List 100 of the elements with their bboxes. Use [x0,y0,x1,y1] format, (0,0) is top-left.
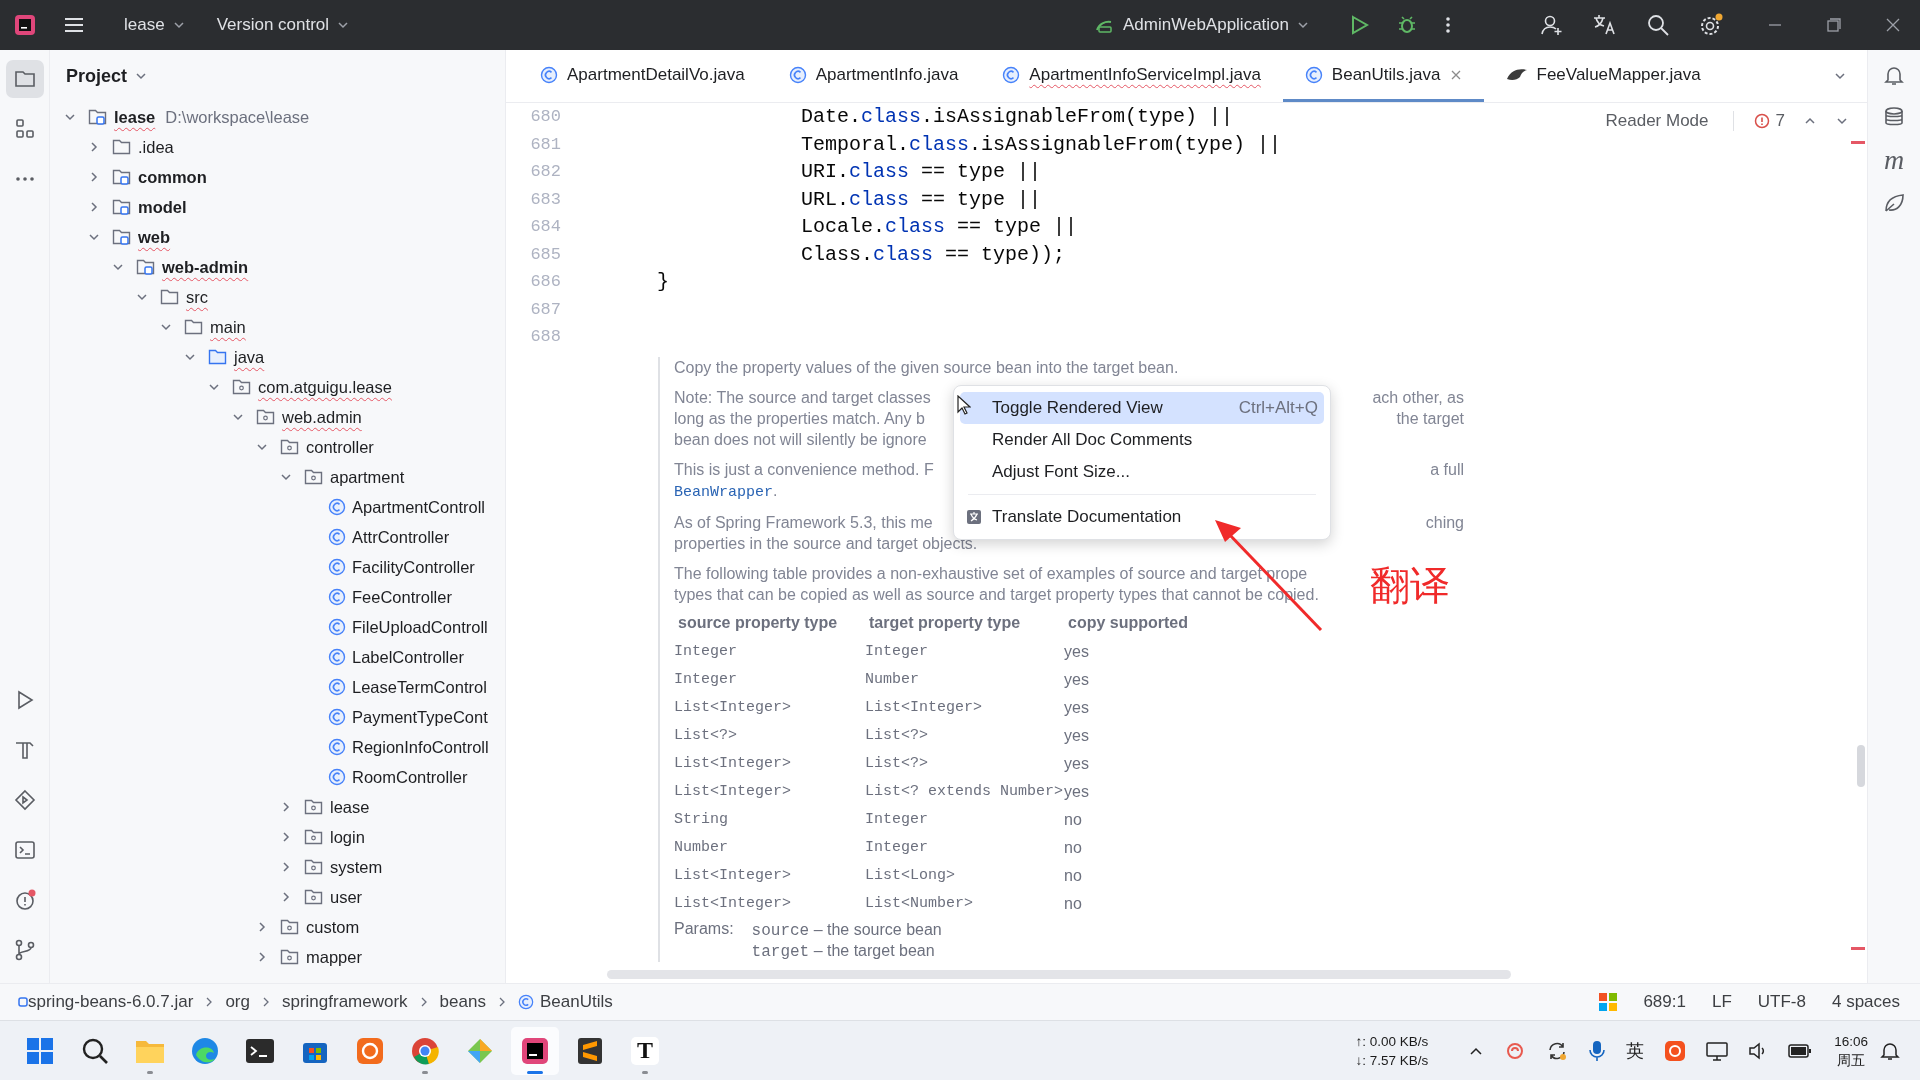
error-icon[interactable] [1753,113,1770,129]
editor-tab[interactable]: ApartmentInfo.java [766,50,981,102]
editor-tab[interactable]: BeanUtils.java [1282,50,1484,102]
tree-item[interactable]: LeaseTermControl [352,677,487,697]
breadcrumb[interactable]: beans [439,992,486,1012]
menu-item[interactable]: Toggle Rendered View Ctrl+Alt+Q [960,392,1324,424]
expand-chevron-icon[interactable] [256,921,268,933]
database-icon[interactable] [1883,106,1905,128]
tree-item[interactable]: RegionInfoControll [352,737,489,757]
translate-icon[interactable] [1593,14,1617,36]
line-separator[interactable]: LF [1711,992,1732,1012]
tree-item[interactable]: mapper [306,947,362,967]
tree-item[interactable]: lease [114,107,156,127]
tree-item[interactable]: ApartmentControll [352,497,485,517]
error-stripe-marker[interactable] [1851,947,1865,950]
leaf-icon[interactable] [1883,192,1905,214]
reader-mode-button[interactable]: Reader Mode [1601,109,1713,133]
tree-item[interactable]: common [138,167,207,187]
breadcrumb[interactable]: BeanUtils [539,992,613,1012]
restore-icon[interactable] [1827,18,1841,32]
doc-link[interactable]: BeanWrapper [674,483,774,501]
tree-item[interactable]: web [138,227,171,247]
expand-chevron-icon[interactable] [160,321,172,333]
expand-chevron-icon[interactable] [280,891,292,903]
expand-chevron-icon[interactable] [64,111,76,123]
project-switcher[interactable]: lease [114,9,195,41]
expand-chevron-icon[interactable] [88,201,100,213]
close-icon[interactable] [1449,68,1462,81]
file-encoding[interactable]: UTF-8 [1757,992,1806,1012]
tree-item[interactable]: model [138,197,187,217]
tree-item[interactable]: src [186,287,208,307]
expand-chevron-icon[interactable] [280,831,292,843]
error-stripe-marker[interactable] [1851,141,1865,144]
caret-position[interactable]: 689:1 [1643,992,1686,1012]
menu-icon[interactable] [64,17,84,33]
debug-bug-icon[interactable] [1397,15,1417,35]
breadcrumb[interactable]: spring-beans-6.0.7.jar [28,992,194,1012]
scrollbar-thumb[interactable] [1857,745,1865,787]
expand-chevron-icon[interactable] [280,801,292,813]
tree-item[interactable]: RoomController [352,767,468,787]
expand-chevron-icon[interactable] [88,141,100,153]
expand-chevron-icon[interactable] [88,231,100,243]
maven-tool-button[interactable]: m [1883,148,1905,172]
clock-time[interactable]: 16:06 [1834,1031,1868,1051]
expand-chevron-icon[interactable] [280,471,292,483]
microphone-icon[interactable] [1588,1039,1607,1062]
tree-item[interactable]: PaymentTypeCont [352,707,488,727]
tree-item[interactable]: system [330,857,383,877]
expand-chevron-icon[interactable] [184,351,196,363]
tree-item[interactable]: FileUploadControll [352,617,488,637]
expand-chevron-icon[interactable] [256,951,268,963]
expand-chevron-icon[interactable] [256,441,268,453]
expand-chevron-icon[interactable] [280,861,292,873]
settings-icon[interactable] [1699,13,1723,37]
notification-center-icon[interactable] [1880,1040,1900,1061]
monitor-icon[interactable] [1706,1040,1729,1061]
expand-chevron-icon[interactable] [208,381,220,393]
run-configuration[interactable]: AdminWebApplication [1085,9,1319,41]
expand-chevron-icon[interactable] [232,411,244,423]
intellij-taskbar-icon[interactable] [511,1026,559,1075]
tree-item[interactable]: web.admin [282,407,362,427]
expand-chevron-icon[interactable] [136,291,148,303]
more-icon[interactable] [1445,16,1451,34]
close-icon[interactable] [1886,18,1900,32]
tree-item[interactable]: FeeController [352,587,452,607]
expand-chevron-icon[interactable] [88,171,100,183]
version-control-menu[interactable]: Version control [206,9,360,41]
breadcrumb[interactable]: org [225,992,250,1012]
horizontal-scrollbar[interactable] [607,970,1511,979]
tree-item[interactable]: .idea [138,137,174,157]
tree-item[interactable]: web-admin [162,257,249,277]
tree-item[interactable]: user [330,887,363,907]
editor-tab[interactable]: FeeValueMapper.java [1483,50,1723,102]
battery-icon[interactable] [1788,1042,1813,1059]
input-method-indicator[interactable]: 英 [1626,1038,1645,1063]
indent-setting[interactable]: 4 spaces [1831,992,1900,1012]
tree-item[interactable]: login [330,827,365,847]
breadcrumb[interactable]: springframework [281,992,408,1012]
expand-chevron-icon[interactable] [112,261,124,273]
notifications-icon[interactable] [1883,64,1905,86]
add-user-icon[interactable] [1541,14,1563,36]
project-view-selector[interactable]: Project [66,65,148,87]
project-tool-icon[interactable] [5,60,44,98]
menu-item[interactable]: Render All Doc Comments [960,424,1324,456]
clock-day[interactable]: 周五 [1837,1050,1866,1070]
search-icon[interactable] [1647,14,1669,36]
app-logo-icon[interactable] [14,14,36,36]
tree-item[interactable]: controller [306,437,374,457]
run-icon[interactable] [1351,15,1369,35]
tree-item[interactable]: java [234,347,265,367]
menu-item[interactable]: Adjust Font Size... [960,456,1324,488]
tree-item[interactable]: custom [306,917,360,937]
tree-item[interactable]: com.atguigu.lease [258,377,392,397]
tree-item[interactable]: apartment [330,467,405,487]
editor-tab[interactable]: ApartmentDetailVo.java [518,50,767,102]
tree-item[interactable]: lease [330,797,370,817]
editor-tab[interactable]: ApartmentInfoServiceImpl.java [980,50,1283,102]
tree-item[interactable]: FacilityController [352,557,475,577]
tree-item[interactable]: LabelController [352,647,464,667]
tree-item[interactable]: AttrController [352,527,450,547]
